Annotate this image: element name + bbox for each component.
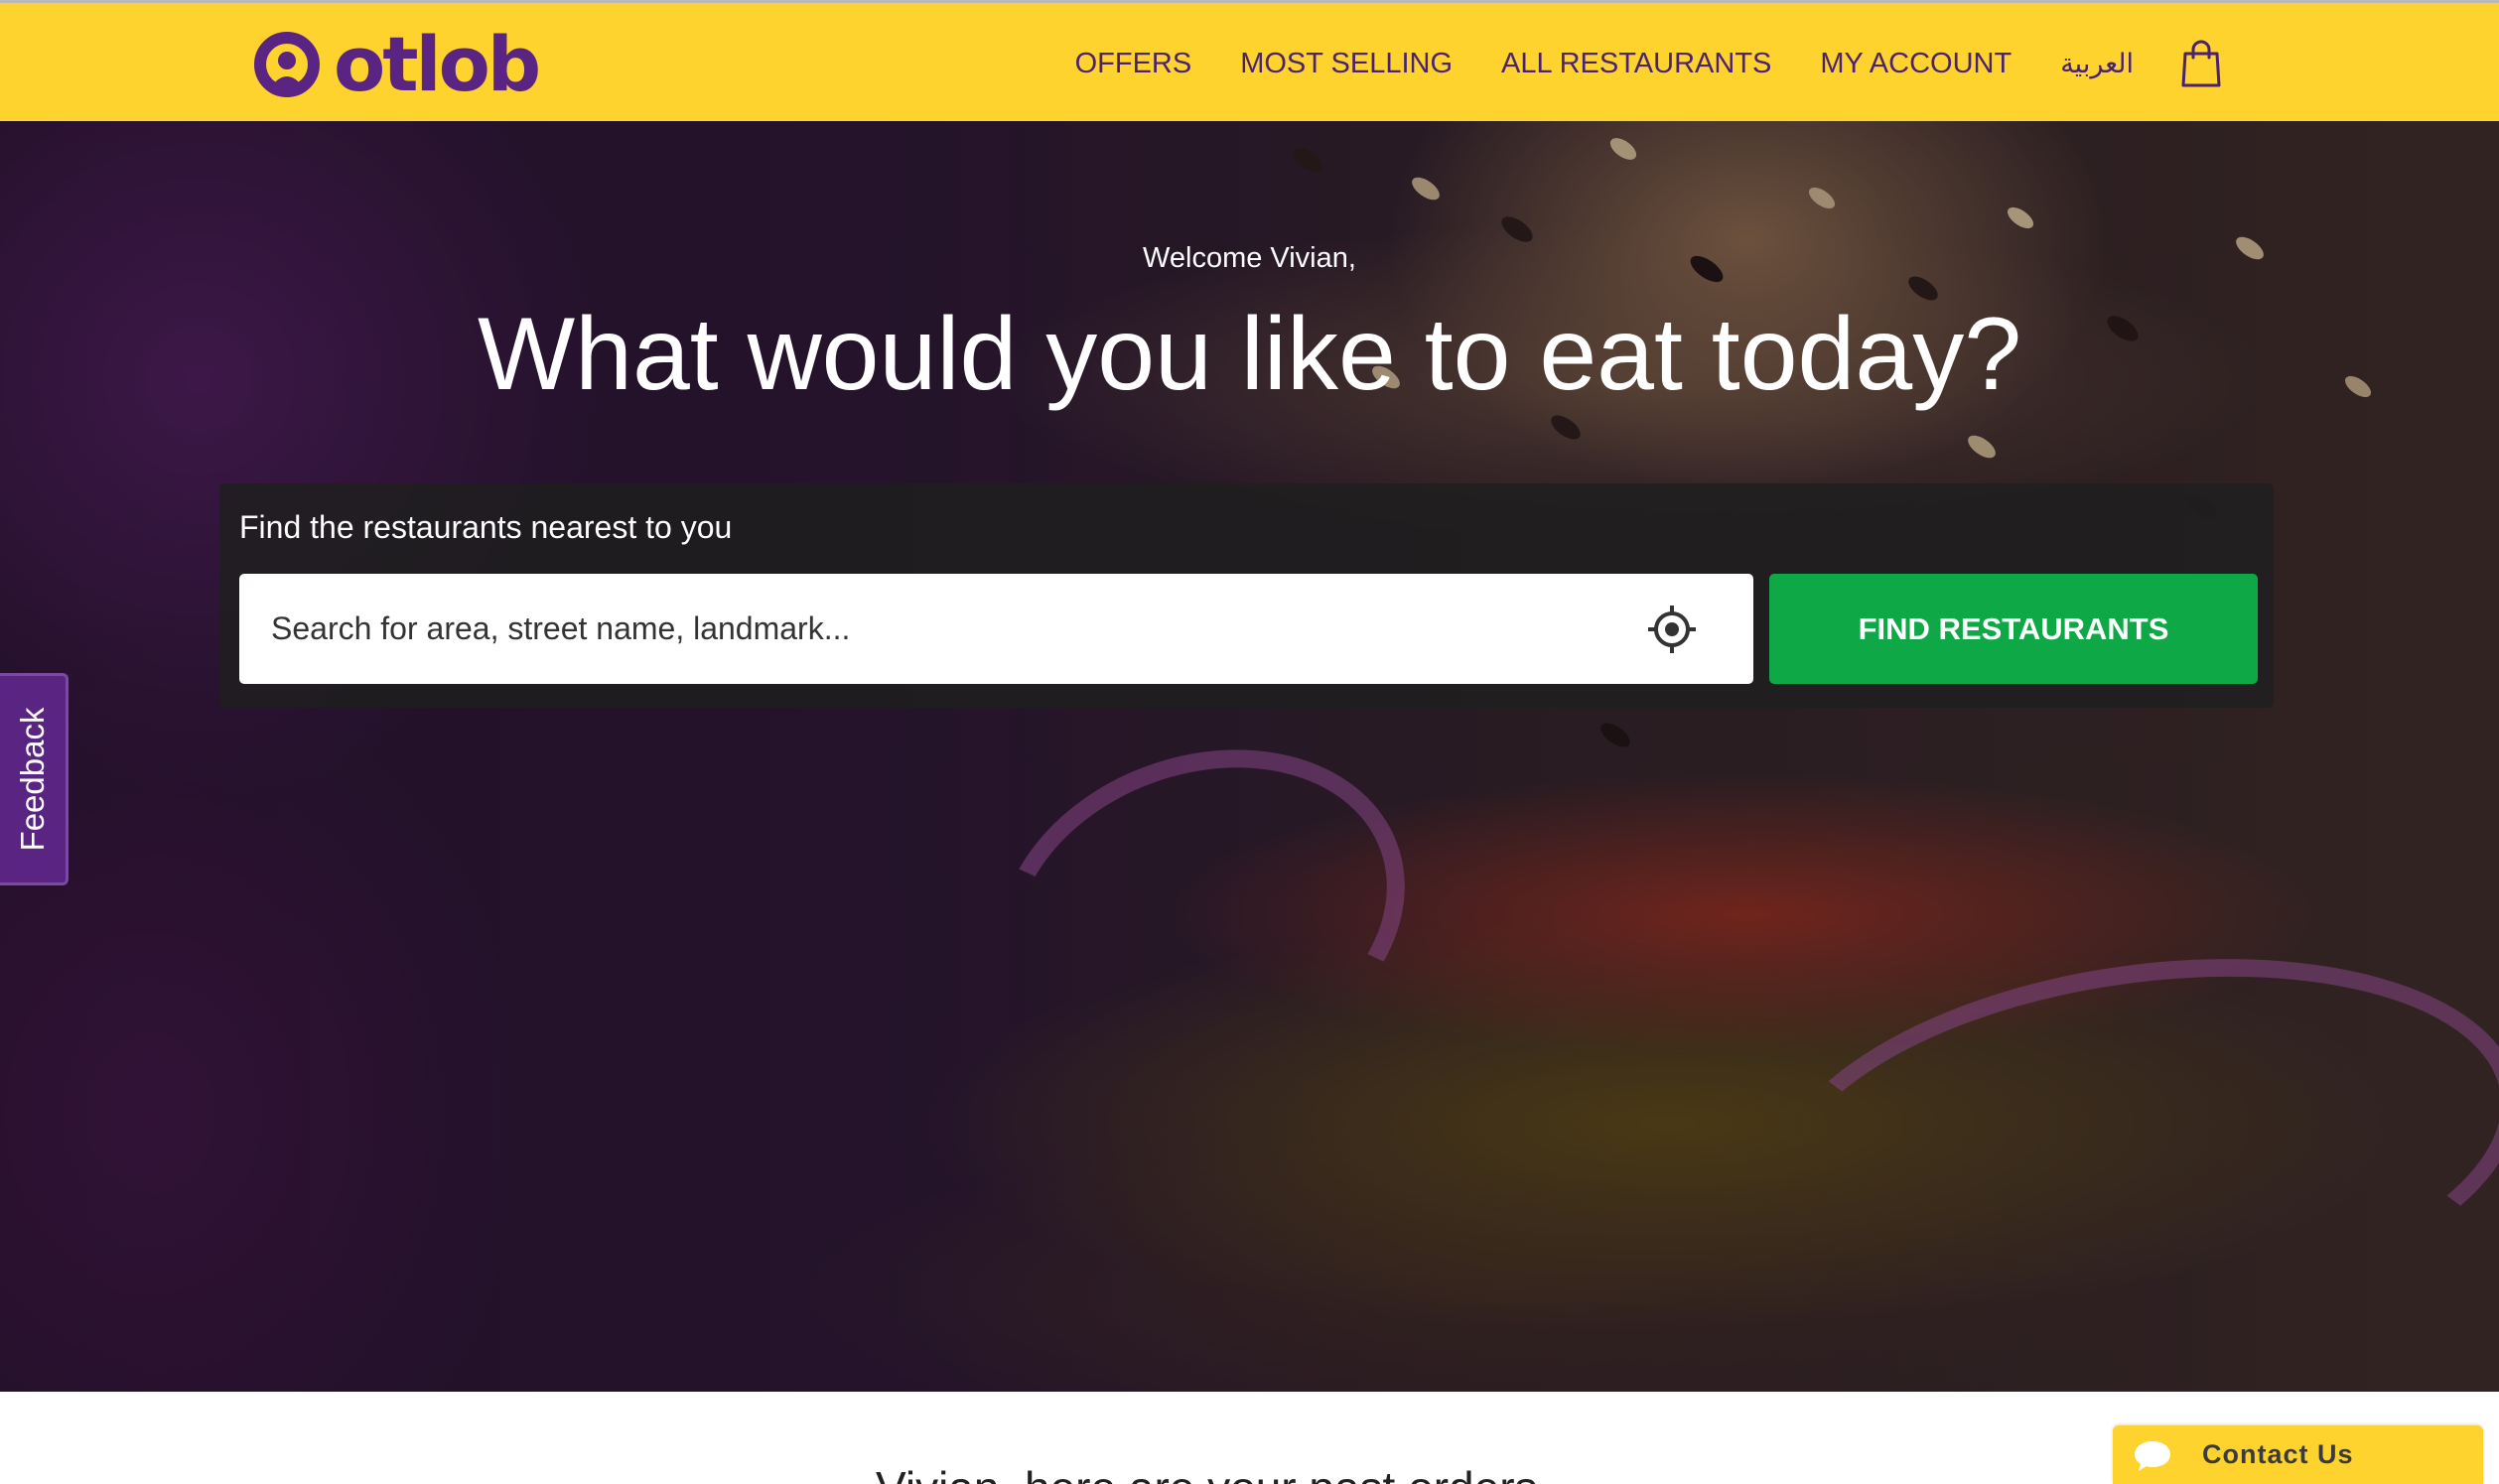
nav-all-restaurants[interactable]: ALL RESTAURANTS — [1501, 48, 1771, 80]
shopping-bag-icon[interactable] — [2181, 40, 2221, 87]
main-nav: OFFERS MOST SELLING ALL RESTAURANTS MY A… — [1027, 3, 2221, 124]
find-restaurants-button[interactable]: FIND RESTAURANTS — [1769, 574, 2258, 684]
hero-headline: What would you like to eat today? — [477, 297, 2022, 412]
feedback-label: Feedback — [14, 707, 51, 852]
top-navbar: otlob OFFERS MOST SELLING ALL RESTAURANT… — [0, 0, 2499, 121]
nav-offers[interactable]: OFFERS — [1075, 48, 1192, 80]
nav-my-account[interactable]: MY ACCOUNT — [1820, 48, 2012, 80]
nav-most-selling[interactable]: MOST SELLING — [1240, 48, 1453, 80]
page: otlob OFFERS MOST SELLING ALL RESTAURANT… — [0, 0, 2499, 1484]
search-caption: Find the restaurants nearest to you — [239, 509, 733, 545]
logo-wordmark: otlob — [334, 20, 541, 108]
chat-bubble-icon — [2135, 1441, 2170, 1471]
contact-us-label: Contact Us — [2202, 1439, 2354, 1469]
contact-us-widget[interactable]: Contact Us — [2113, 1425, 2483, 1484]
nav-language-arabic[interactable]: العربية — [2060, 49, 2134, 79]
otlob-logo[interactable]: otlob — [254, 20, 541, 108]
search-box — [239, 574, 1753, 684]
feedback-tab[interactable]: Feedback — [0, 673, 69, 885]
locate-crosshair-icon[interactable] — [1646, 604, 1698, 655]
welcome-message: Welcome Vivian, — [1143, 242, 1356, 274]
logo-mark-icon — [254, 32, 320, 97]
location-search-input[interactable] — [239, 574, 1649, 684]
location-search-panel: Find the restaurants nearest to you FIND… — [219, 483, 2274, 708]
past-orders-heading: Vivian, here are your past orders — [876, 1461, 1538, 1484]
